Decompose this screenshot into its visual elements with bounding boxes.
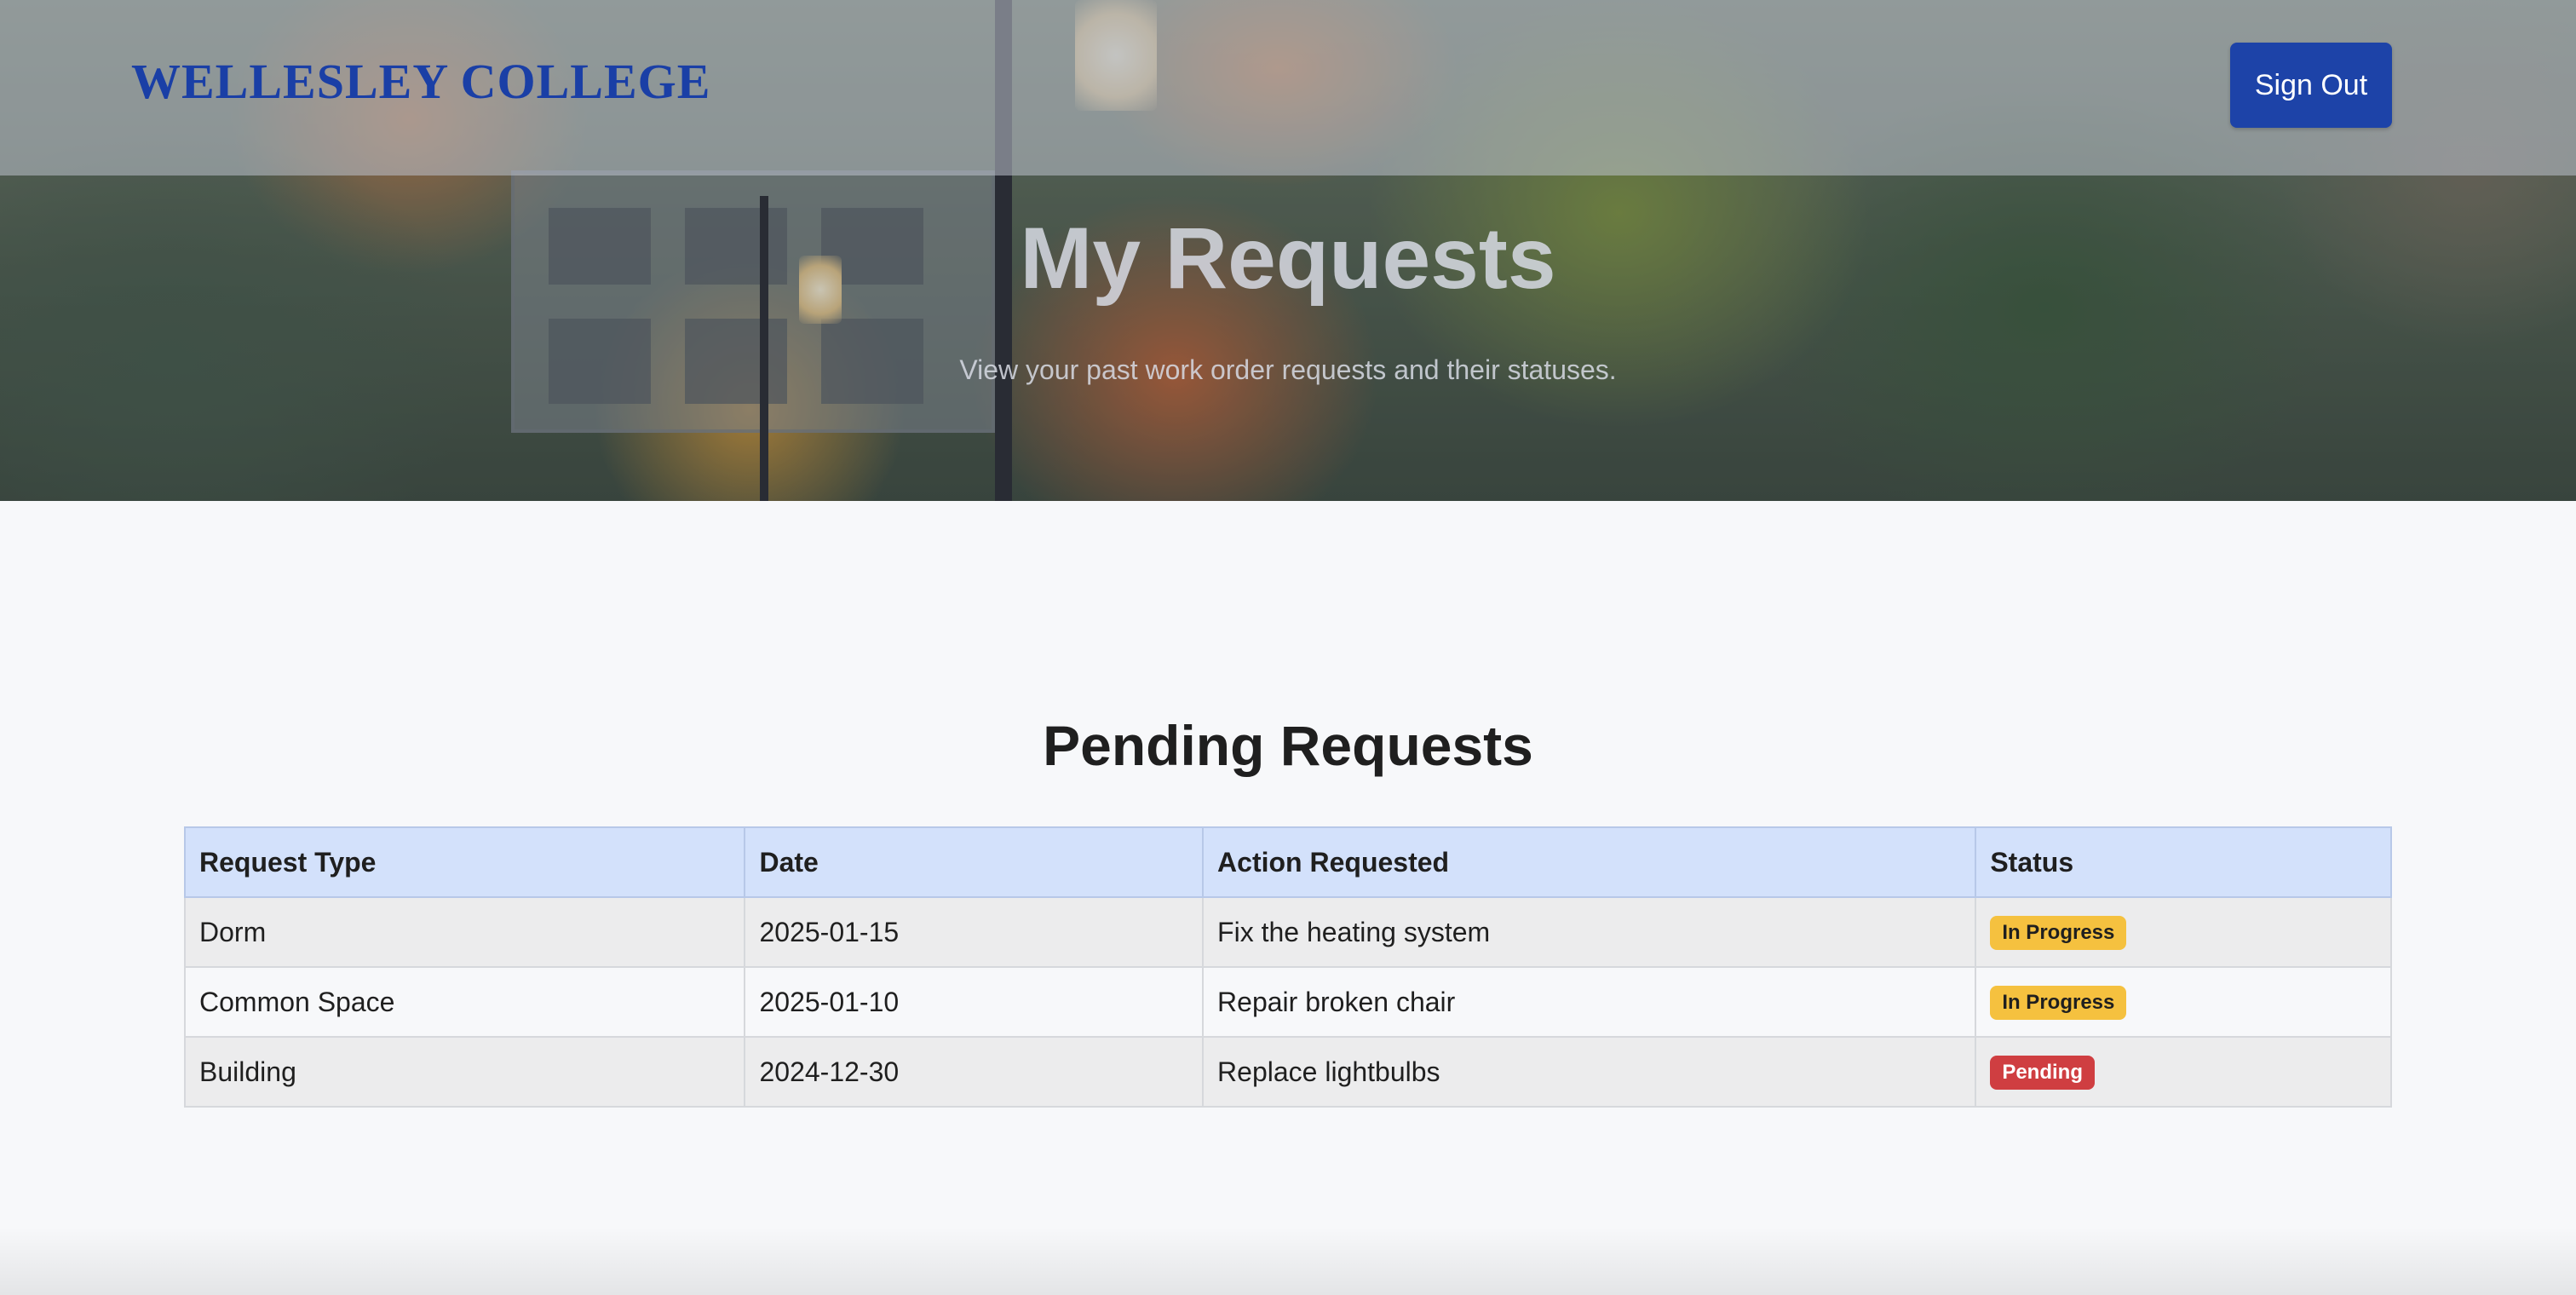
- pending-requests-table: Request Type Date Action Requested Statu…: [183, 826, 2392, 1108]
- top-header: WELLESLEY COLLEGE Sign Out: [0, 0, 2576, 176]
- date-cell: 2025-01-15: [744, 896, 1205, 968]
- action-cell: Fix the heating system: [1202, 896, 1977, 968]
- status-cell: In Progress: [1975, 966, 2392, 1038]
- action-cell: Replace lightbulbs: [1202, 1036, 1977, 1108]
- table-row: Building 2024-12-30 Replace lightbulbs P…: [183, 1036, 2392, 1108]
- status-badge: Pending: [1990, 1056, 2095, 1090]
- request-type-cell: Common Space: [183, 966, 746, 1038]
- page-title: My Requests: [1020, 210, 1556, 307]
- column-header-status: Status: [1975, 826, 2392, 898]
- hero-banner: WELLESLEY COLLEGE Sign Out My Requests V…: [0, 0, 2576, 501]
- request-type-cell: Building: [183, 1036, 746, 1108]
- sign-out-button[interactable]: Sign Out: [2230, 43, 2392, 128]
- status-badge: In Progress: [1990, 916, 2127, 950]
- footer-shadow: [0, 1227, 2576, 1295]
- status-badge: In Progress: [1990, 986, 2127, 1020]
- table-row: Dorm 2025-01-15 Fix the heating system I…: [183, 896, 2392, 968]
- status-cell: Pending: [1975, 1036, 2392, 1108]
- date-cell: 2024-12-30: [744, 1036, 1205, 1108]
- status-cell: In Progress: [1975, 896, 2392, 968]
- pending-requests-heading: Pending Requests: [1043, 714, 1533, 777]
- request-type-cell: Dorm: [183, 896, 746, 968]
- brand-logo[interactable]: WELLESLEY COLLEGE: [131, 53, 710, 110]
- table-header-row: Request Type Date Action Requested Statu…: [183, 826, 2392, 898]
- date-cell: 2025-01-10: [744, 966, 1205, 1038]
- column-header-request-type: Request Type: [183, 826, 746, 898]
- page-subtitle: View your past work order requests and t…: [959, 354, 1617, 385]
- column-header-action-requested: Action Requested: [1202, 826, 1977, 898]
- column-header-date: Date: [744, 826, 1205, 898]
- table-row: Common Space 2025-01-10 Repair broken ch…: [183, 966, 2392, 1038]
- action-cell: Repair broken chair: [1202, 966, 1977, 1038]
